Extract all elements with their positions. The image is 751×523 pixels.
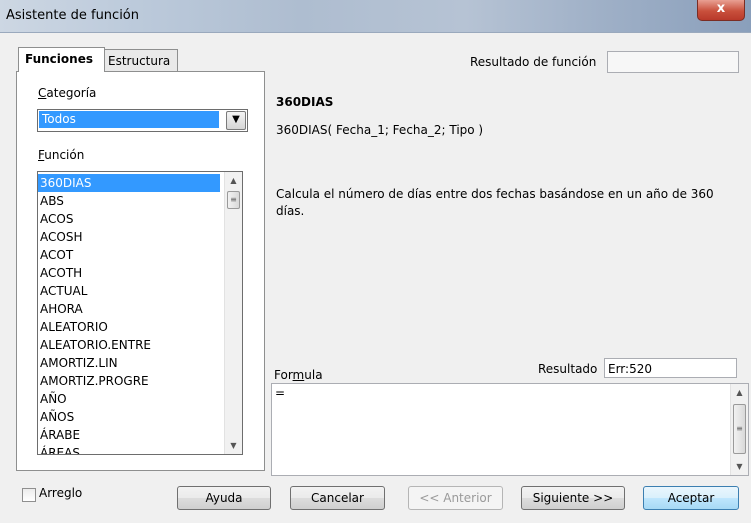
tab-funciones[interactable]: Funciones xyxy=(18,47,105,72)
function-label: Función xyxy=(38,148,84,162)
function-label-rest: unción xyxy=(44,148,85,162)
function-list-item[interactable]: ÁRABE xyxy=(38,426,220,444)
scroll-down-arrow-icon[interactable]: ▼ xyxy=(225,437,242,454)
function-syntax: 360DIAS( Fecha_1; Fecha_2; Tipo ) xyxy=(276,123,484,137)
window-title: Asistente de función xyxy=(6,8,140,23)
tab-estructura[interactable]: Estructura xyxy=(101,49,178,72)
function-list-item[interactable]: ABS xyxy=(38,192,220,210)
function-list-scrollbar[interactable]: ▲ ≡ ▼ xyxy=(224,172,242,454)
function-list-item[interactable]: ÁREAS xyxy=(38,444,220,454)
function-list-item[interactable]: ACOS xyxy=(38,210,220,228)
function-list-item[interactable]: AÑOS xyxy=(38,408,220,426)
formula-scrollbar[interactable]: ▲ ≡ ▼ xyxy=(730,384,748,475)
scroll-thumb[interactable]: ≡ xyxy=(733,404,746,454)
function-items: 360DIAS ABS ACOS ACOSH ACOT ACOTH ACTUAL AHORA A… xyxy=(38,174,220,454)
function-list-item[interactable]: ACOT xyxy=(38,246,220,264)
function-list-item[interactable]: AHORA xyxy=(38,300,220,318)
result-label: Resultado xyxy=(538,362,598,376)
function-list-item[interactable]: 360DIAS xyxy=(38,174,220,192)
cancel-button[interactable]: Cancelar xyxy=(290,486,385,510)
function-list-item[interactable]: ACOSH xyxy=(38,228,220,246)
ok-button[interactable]: Aceptar xyxy=(643,486,739,510)
result-field: Err:520 xyxy=(604,358,737,378)
previous-button[interactable]: << Anterior xyxy=(408,486,503,510)
function-listbox[interactable]: 360DIAS ABS ACOS ACOSH ACOT ACOTH ACTUAL AHORA A… xyxy=(37,171,243,455)
category-label: Categoría xyxy=(38,86,96,100)
close-icon: x xyxy=(716,1,726,16)
array-checkbox[interactable] xyxy=(22,488,36,502)
function-list-item[interactable]: ALEATORIO xyxy=(38,318,220,336)
formula-label-mnemonic: m xyxy=(292,368,305,382)
function-result-field xyxy=(607,51,739,73)
scroll-up-arrow-icon[interactable]: ▲ xyxy=(225,172,242,189)
function-list-item[interactable]: AÑO xyxy=(38,390,220,408)
function-list-item[interactable]: ALEATORIO.ENTRE xyxy=(38,336,220,354)
array-checkbox-label: Arreglo xyxy=(39,486,83,500)
scroll-down-arrow-icon[interactable]: ▼ xyxy=(731,458,748,475)
formula-label-prefix: For xyxy=(274,368,293,382)
function-list-item[interactable]: AMORTIZ.LIN xyxy=(38,354,220,372)
category-select-value: Todos xyxy=(39,111,219,128)
formula-text: = xyxy=(275,386,286,400)
function-list-item[interactable]: AMORTIZ.PROGRE xyxy=(38,372,220,390)
formula-input[interactable]: = ▲ ≡ ▼ xyxy=(271,383,749,476)
close-button[interactable]: x xyxy=(697,0,745,21)
scroll-thumb[interactable]: ≡ xyxy=(227,191,240,209)
formula-label-rest: ula xyxy=(304,368,323,382)
function-list-item[interactable]: ACTUAL xyxy=(38,282,220,300)
function-list-item[interactable]: ACOTH xyxy=(38,264,220,282)
function-description: Calcula el número de días entre dos fech… xyxy=(276,187,714,218)
function-name: 360DIAS xyxy=(276,95,334,109)
category-select[interactable]: Todos ▼ xyxy=(37,109,248,132)
category-label-rest: ategoría xyxy=(46,86,97,100)
scroll-up-arrow-icon[interactable]: ▲ xyxy=(731,384,748,401)
formula-label: Formula xyxy=(274,368,323,382)
help-button[interactable]: Ayuda xyxy=(177,486,271,510)
function-result-label: Resultado de función xyxy=(470,55,597,69)
chevron-down-icon[interactable]: ▼ xyxy=(226,111,246,130)
next-button[interactable]: Siguiente >> xyxy=(521,486,625,510)
title-bar: Asistente de función x xyxy=(0,0,751,33)
